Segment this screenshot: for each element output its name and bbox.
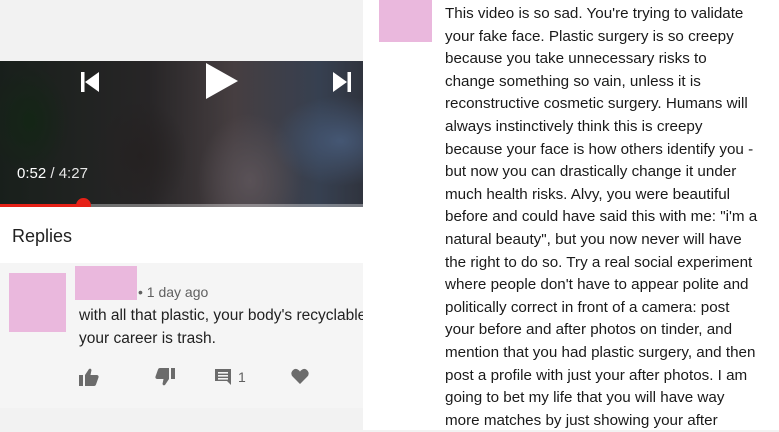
long-comment-text: This video is so sad. You're trying to v… — [445, 3, 779, 432]
play-icon[interactable] — [202, 61, 240, 101]
thumbs-down-icon[interactable] — [155, 368, 175, 386]
previous-icon[interactable] — [78, 70, 102, 94]
reply-icon[interactable] — [214, 368, 232, 386]
avatar[interactable] — [9, 273, 66, 332]
progress-scrubber[interactable] — [76, 198, 92, 207]
comment-line: reconstructive cosmetic surgery. Humans … — [445, 95, 748, 113]
comment-line: always instinctively think this is creep… — [445, 117, 703, 135]
duration: 4:27 — [58, 165, 88, 182]
comment-line: the right to do so. Try a real social ex… — [445, 253, 753, 271]
avatar-redacted[interactable] — [379, 0, 432, 42]
time-readout: 0:52 / 4:27 — [17, 165, 88, 182]
comment-line: because you take unnecessary risks to — [445, 50, 707, 68]
comment-line: This video is so sad. You're trying to v… — [445, 5, 744, 22]
comment-line: going to bet my life that you will have … — [445, 389, 725, 407]
comment-line: post a profile with just your after phot… — [445, 366, 748, 384]
comment-line: your fake face. Plastic surgery is so cr… — [445, 27, 734, 45]
comment-line: natural beauty", but you now never will … — [445, 230, 742, 248]
comment-line: your before and after photos on tinder, … — [445, 321, 733, 339]
heart-icon[interactable] — [291, 368, 309, 384]
comment-timestamp: • 1 day ago — [138, 284, 209, 300]
thumbs-up-icon[interactable] — [79, 368, 99, 386]
username-redacted[interactable] — [75, 266, 137, 300]
time-separator: / — [50, 165, 55, 182]
comment-line: where people don't have to appear polite… — [445, 276, 749, 294]
comment-line: much health risks. Alvy, you were beauti… — [445, 185, 731, 203]
next-icon[interactable] — [330, 70, 354, 94]
comment-line: because your face is how others identify… — [445, 140, 754, 158]
current-time: 0:52 — [17, 165, 47, 182]
comment-line: change something so vain, unless it is — [445, 72, 701, 90]
replies-title: Replies — [12, 226, 73, 246]
reply-count[interactable]: 1 — [238, 369, 246, 385]
comment-line: but now you can drastically change it un… — [445, 163, 737, 181]
comment-line: mention that you had plastic surgery, an… — [445, 343, 756, 361]
comment-line: politically correct in front of a camera… — [445, 298, 730, 316]
comment-line: more matches by just showing your after — [445, 411, 718, 429]
comment-line: before and could have said this with me:… — [445, 208, 758, 226]
